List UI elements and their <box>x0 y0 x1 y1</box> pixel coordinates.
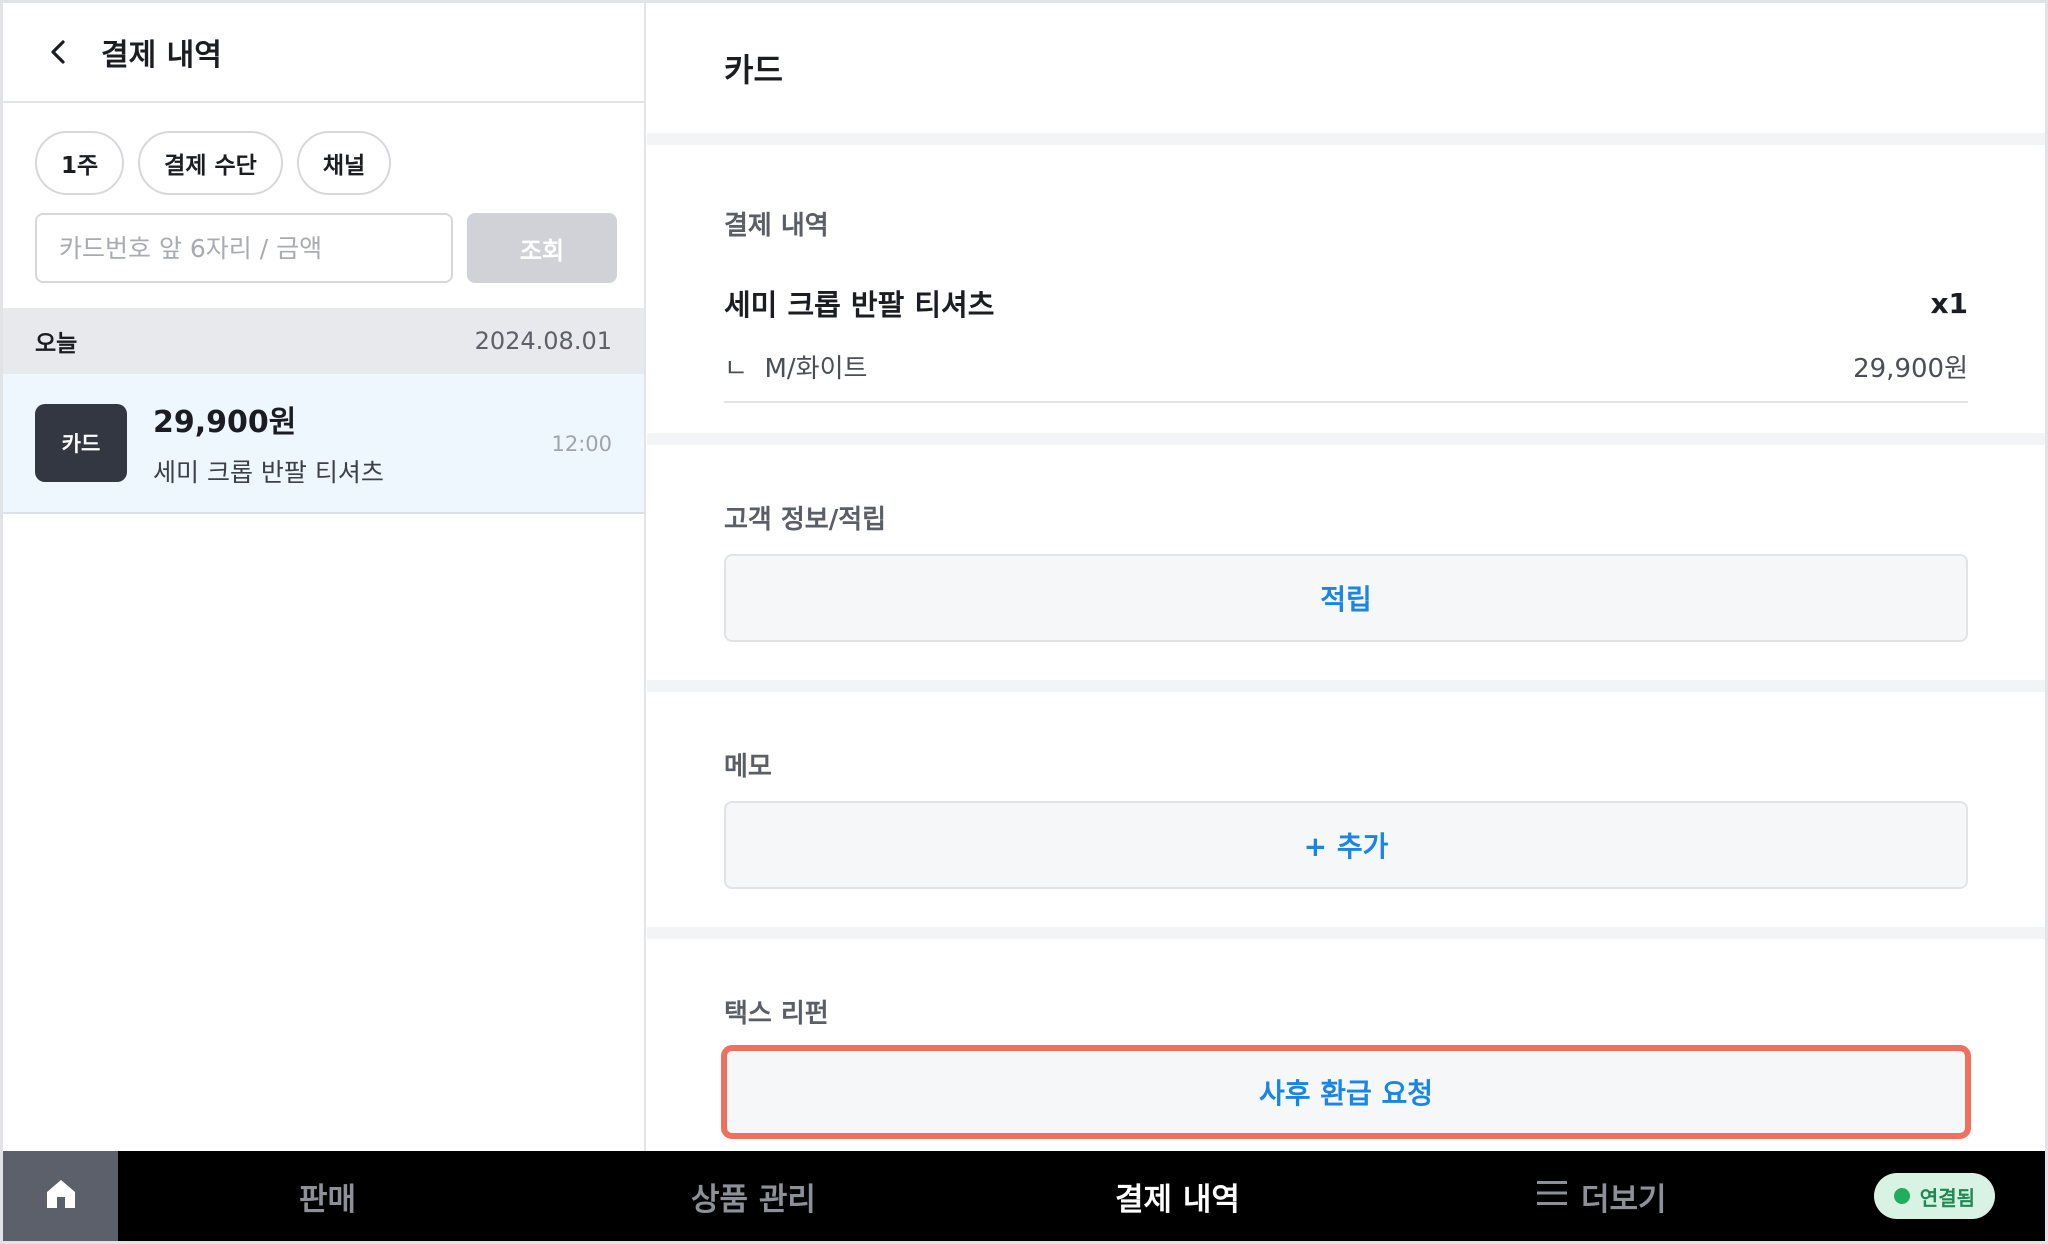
search-row: 조회 <box>35 213 617 283</box>
nav-item-sales[interactable]: 판매 <box>299 1174 356 1219</box>
filter-chip-period[interactable]: 1주 <box>35 131 125 195</box>
section-divider <box>647 680 2045 692</box>
payment-items-label: 결제 내역 <box>724 211 829 241</box>
section-divider <box>647 133 2045 145</box>
tax-refund-request-button[interactable]: 사후 환급 요청 <box>721 1045 1971 1139</box>
earn-points-button[interactable]: 적립 <box>724 554 1968 642</box>
date-group-label: 오늘 <box>35 331 78 357</box>
transaction-amount: 29,900원 <box>153 405 297 440</box>
filter-chips: 1주 결제 수단 채널 <box>35 131 392 195</box>
filter-chip-method[interactable]: 결제 수단 <box>138 131 283 195</box>
connection-status-text: 연결됨 <box>1919 1185 1975 1210</box>
option-prefix: ㄴ <box>724 354 748 384</box>
payment-method-badge: 카드 <box>35 404 127 482</box>
memo-section: 메모 + 추가 <box>647 692 2045 927</box>
search-button[interactable]: 조회 <box>467 213 617 283</box>
item-price: 29,900원 <box>1853 354 1968 384</box>
item-option: ㄴ M/화이트 <box>724 348 867 385</box>
detail-title: 카드 <box>724 51 783 89</box>
nav-label: 판매 <box>299 1181 357 1218</box>
search-input[interactable] <box>35 213 453 283</box>
payment-list-panel: 결제 내역 1주 결제 수단 채널 조회 오늘 2024.08.01 카드 29… <box>3 3 646 1151</box>
payment-detail-panel: 카드 결제 내역 세미 크롭 반팔 티셔츠 x1 ㄴ M/화이트 29,900원… <box>647 3 2045 1151</box>
nav-item-products[interactable]: 상품 관리 <box>691 1174 816 1219</box>
nav-item-payments[interactable]: 결제 내역 <box>1115 1174 1240 1219</box>
memo-label: 메모 <box>724 752 772 782</box>
date-group-date: 2024.08.01 <box>474 327 612 355</box>
detail-header: 카드 <box>647 3 2045 133</box>
option-value: M/화이트 <box>764 354 868 384</box>
nav-item-more[interactable]: 더보기 <box>1537 1174 1667 1219</box>
nav-label: 상품 관리 <box>691 1181 816 1218</box>
transaction-item-name: 세미 크롭 반팔 티셔츠 <box>153 458 384 487</box>
connection-status-badge: 연결됨 <box>1873 1173 1995 1219</box>
payment-items-section: 결제 내역 세미 크롭 반팔 티셔츠 x1 ㄴ M/화이트 29,900원 <box>647 145 2045 433</box>
tax-refund-section: 택스 리펀 사후 환급 요청 <box>647 939 2045 1151</box>
item-option-row: ㄴ M/화이트 29,900원 <box>724 348 1968 403</box>
date-group-header: 오늘 2024.08.01 <box>3 308 644 374</box>
left-header: 결제 내역 <box>3 3 644 103</box>
transaction-time: 12:00 <box>551 432 612 456</box>
transaction-info: 29,900원 세미 크롭 반팔 티셔츠 <box>153 397 551 489</box>
transaction-row[interactable]: 카드 29,900원 세미 크롭 반팔 티셔츠 12:00 <box>3 374 644 514</box>
filter-chip-channel[interactable]: 채널 <box>296 131 392 195</box>
item-row: 세미 크롭 반팔 티셔츠 x1 <box>724 282 1968 324</box>
status-dot-icon <box>1893 1188 1910 1204</box>
customer-label: 고객 정보/적립 <box>724 505 887 535</box>
nav-label: 더보기 <box>1581 1181 1667 1218</box>
home-button[interactable] <box>3 1151 118 1241</box>
bottom-nav: 판매 상품 관리 결제 내역 더보기 연결됨 <box>3 1151 2045 1241</box>
tax-refund-label: 택스 리펀 <box>724 999 829 1029</box>
chevron-left-icon[interactable] <box>41 35 75 69</box>
item-quantity: x1 <box>1930 286 1968 320</box>
home-icon <box>44 1178 78 1214</box>
nav-label: 결제 내역 <box>1115 1181 1240 1218</box>
add-memo-button[interactable]: + 추가 <box>724 801 1968 889</box>
customer-section: 고객 정보/적립 적립 <box>647 445 2045 680</box>
page-title: 결제 내역 <box>101 38 222 73</box>
section-divider <box>647 433 2045 445</box>
menu-icon <box>1537 1178 1567 1214</box>
section-divider <box>647 927 2045 939</box>
item-name: 세미 크롭 반팔 티셔츠 <box>724 288 995 322</box>
